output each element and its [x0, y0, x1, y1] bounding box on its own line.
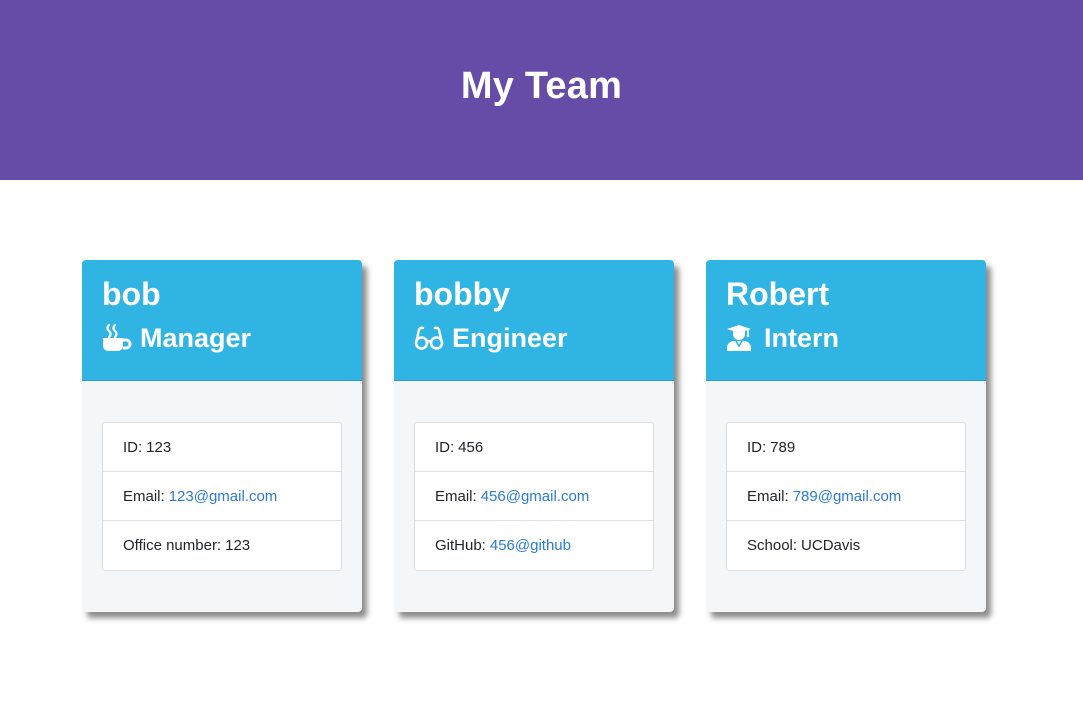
- employee-card-intern: Robert Intern ID: 789 Email: 789@gmail.c…: [706, 260, 986, 612]
- page-header: My Team: [0, 0, 1083, 180]
- id-value: 123: [146, 438, 172, 456]
- info-list: ID: 123 Email: 123@gmail.com Office numb…: [102, 422, 342, 571]
- role-label: Engineer: [452, 323, 568, 353]
- card-header: bobby Engineer: [394, 260, 674, 381]
- list-item-email: Email: 456@gmail.com: [415, 472, 653, 521]
- card-header: Robert Intern: [706, 260, 986, 381]
- school-label: School:: [747, 537, 798, 554]
- role-label: Manager: [140, 323, 252, 353]
- list-item-email: Email: 789@gmail.com: [727, 472, 965, 521]
- info-list: ID: 789 Email: 789@gmail.com School: UCD…: [726, 422, 966, 571]
- github-label: GitHub:: [435, 537, 486, 554]
- school-value: UCDavis: [801, 537, 861, 554]
- employee-card-manager: bob Manager ID: 123 Email: 123@gmail.com…: [82, 260, 362, 612]
- list-item-school: School: UCDavis: [727, 521, 965, 570]
- list-item-id: ID: 789: [727, 423, 965, 472]
- page-title: My Team: [460, 64, 623, 107]
- list-item-office: Office number: 123: [103, 521, 341, 570]
- id-label: ID:: [747, 438, 767, 456]
- github-link[interactable]: 456@github: [490, 537, 571, 554]
- email-label: Email:: [123, 487, 165, 505]
- office-value: 123: [225, 537, 251, 554]
- employee-role: Engineer: [414, 322, 654, 354]
- graduate-icon: [726, 324, 756, 352]
- list-item-id: ID: 456: [415, 423, 653, 472]
- employee-name: bobby: [414, 276, 510, 312]
- email-link[interactable]: 123@gmail.com: [169, 488, 278, 505]
- id-value: 456: [458, 438, 484, 456]
- list-item-email: Email: 123@gmail.com: [103, 472, 341, 521]
- id-value: 789: [770, 438, 796, 456]
- glasses-icon: [414, 324, 444, 352]
- id-label: ID:: [435, 438, 455, 456]
- list-item-id: ID: 123: [103, 423, 341, 472]
- employee-role: Intern: [726, 322, 966, 354]
- list-item-github: GitHub: 456@github: [415, 521, 653, 570]
- office-label: Office number:: [123, 537, 222, 554]
- email-label: Email:: [435, 487, 477, 505]
- id-label: ID:: [123, 438, 143, 456]
- role-label: Intern: [764, 323, 840, 353]
- employee-name: bob: [102, 276, 161, 312]
- employee-card-engineer: bobby Engineer ID: 456 Email: 456@gmail.…: [394, 260, 674, 612]
- employee-role: Manager: [102, 322, 342, 354]
- coffee-icon: [102, 324, 132, 352]
- info-list: ID: 456 Email: 456@gmail.com GitHub: 456…: [414, 422, 654, 571]
- email-label: Email:: [747, 487, 789, 505]
- employee-name: Robert: [726, 276, 830, 312]
- card-header: bob Manager: [82, 260, 362, 381]
- email-link[interactable]: 456@gmail.com: [481, 488, 590, 505]
- email-link[interactable]: 789@gmail.com: [793, 488, 902, 505]
